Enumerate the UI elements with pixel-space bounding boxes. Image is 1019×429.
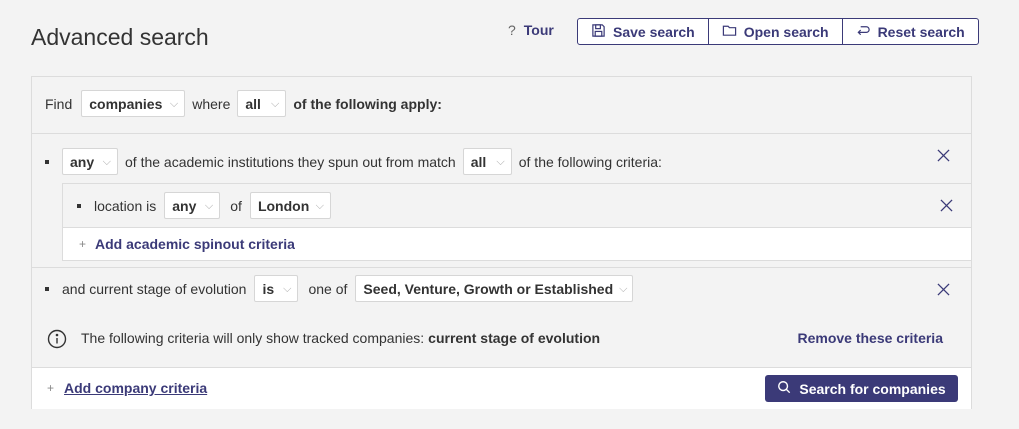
- remove-location-criterion-button[interactable]: [940, 199, 954, 213]
- stage-value: Seed, Venture, Growth or Established: [363, 280, 614, 297]
- stage-operator-value: is: [262, 280, 275, 297]
- stage-text: and current stage of evolution: [62, 280, 247, 297]
- close-icon: [937, 283, 950, 296]
- location-criterion-row: location is any ⌵ of London ⌵: [63, 184, 971, 228]
- find-row: Find companies ⌵ where all ⌵ of the foll…: [45, 90, 971, 117]
- location-quantifier-value: any: [172, 197, 197, 214]
- chevron-down-icon: ⌵: [315, 200, 324, 212]
- location-value-select[interactable]: London ⌵: [249, 192, 331, 219]
- bullet: [45, 286, 49, 291]
- chevron-down-icon: ⌵: [619, 283, 628, 295]
- spinout-nested-criteria: location is any ⌵ of London ⌵ + Add acad…: [62, 183, 972, 261]
- notice-message: The following criteria will only show tr…: [81, 330, 425, 346]
- page-title: Advanced search: [31, 24, 209, 50]
- add-spinout-criteria-row: + Add academic spinout criteria: [79, 236, 971, 252]
- remove-spinout-criterion-button[interactable]: [937, 149, 951, 163]
- tour-label: Tour: [523, 22, 554, 38]
- chevron-down-icon: ⌵: [204, 200, 214, 212]
- spinout-suffix: of the following criteria:: [518, 153, 662, 170]
- divider: [32, 133, 971, 134]
- entity-value: companies: [89, 95, 163, 112]
- criteria-panel: Find companies ⌵ where all ⌵ of the foll…: [31, 76, 972, 409]
- find-label: Find: [45, 95, 73, 112]
- stage-value-select[interactable]: Seed, Venture, Growth or Established ⌵: [355, 275, 634, 302]
- close-icon: [940, 199, 953, 212]
- entity-select[interactable]: companies ⌵: [81, 90, 186, 117]
- of-label: of: [230, 197, 242, 214]
- folder-icon: [722, 23, 737, 41]
- help-icon: ?: [508, 22, 516, 38]
- match-select[interactable]: all ⌵: [237, 90, 287, 117]
- stage-operator-select[interactable]: is ⌵: [254, 275, 299, 302]
- chevron-down-icon: ⌵: [169, 98, 179, 110]
- search-icon: [777, 380, 791, 397]
- where-label: where: [192, 95, 231, 112]
- bullet: [77, 203, 81, 208]
- location-quantifier-select[interactable]: any ⌵: [164, 192, 221, 219]
- remove-these-criteria-link[interactable]: Remove these criteria: [797, 330, 943, 346]
- spinout-match-value: all: [470, 153, 487, 170]
- open-search-button[interactable]: Open search: [709, 19, 843, 44]
- reset-search-button[interactable]: Reset search: [843, 19, 978, 44]
- search-for-companies-label: Search for companies: [799, 380, 946, 397]
- location-criterion: location is any ⌵ of London ⌵: [77, 192, 971, 219]
- chevron-down-icon: ⌵: [271, 98, 280, 110]
- spinout-quantifier-value: any: [70, 153, 95, 170]
- divider: [32, 267, 971, 268]
- tracked-companies-notice: The following criteria will only show tr…: [32, 312, 971, 367]
- spinout-quantifier-select[interactable]: any ⌵: [62, 148, 118, 175]
- plus-icon: +: [47, 381, 55, 395]
- search-for-companies-button[interactable]: Search for companies: [765, 375, 958, 402]
- panel-footer: + Add company criteria Search for compan…: [32, 367, 971, 409]
- remove-stage-criterion-button[interactable]: [937, 283, 951, 297]
- info-icon: [47, 329, 67, 349]
- stage-criterion-row: and current stage of evolution is ⌵ one …: [45, 275, 971, 302]
- add-company-criteria-link[interactable]: Add company criteria: [64, 380, 207, 396]
- save-icon: [591, 23, 606, 41]
- location-label: location is: [94, 197, 157, 214]
- close-icon: [937, 149, 950, 162]
- tour-link[interactable]: ? Tour: [508, 22, 554, 38]
- undo-icon: [856, 23, 871, 41]
- notice-field: current stage of evolution: [428, 330, 601, 346]
- chevron-down-icon: ⌵: [283, 283, 292, 295]
- plus-icon: +: [79, 237, 87, 251]
- save-search-button[interactable]: Save search: [578, 19, 709, 44]
- search-actions-group: Save search Open search Reset search: [577, 18, 979, 45]
- spinout-match-select[interactable]: all ⌵: [462, 148, 512, 175]
- match-value: all: [245, 95, 261, 112]
- find-suffix: of the following apply:: [293, 95, 442, 112]
- open-search-label: Open search: [743, 23, 829, 40]
- location-value: London: [257, 197, 310, 214]
- save-search-label: Save search: [613, 23, 695, 40]
- add-spinout-criteria-link[interactable]: Add academic spinout criteria: [95, 236, 295, 252]
- bullet: [45, 159, 49, 164]
- chevron-down-icon: ⌵: [496, 156, 505, 168]
- spinout-criterion-row: any ⌵ of the academic institutions they …: [45, 148, 971, 175]
- reset-search-label: Reset search: [877, 23, 965, 40]
- chevron-down-icon: ⌵: [102, 156, 111, 168]
- one-of-label: one of: [308, 280, 348, 297]
- spinout-text: of the academic institutions they spun o…: [125, 153, 456, 170]
